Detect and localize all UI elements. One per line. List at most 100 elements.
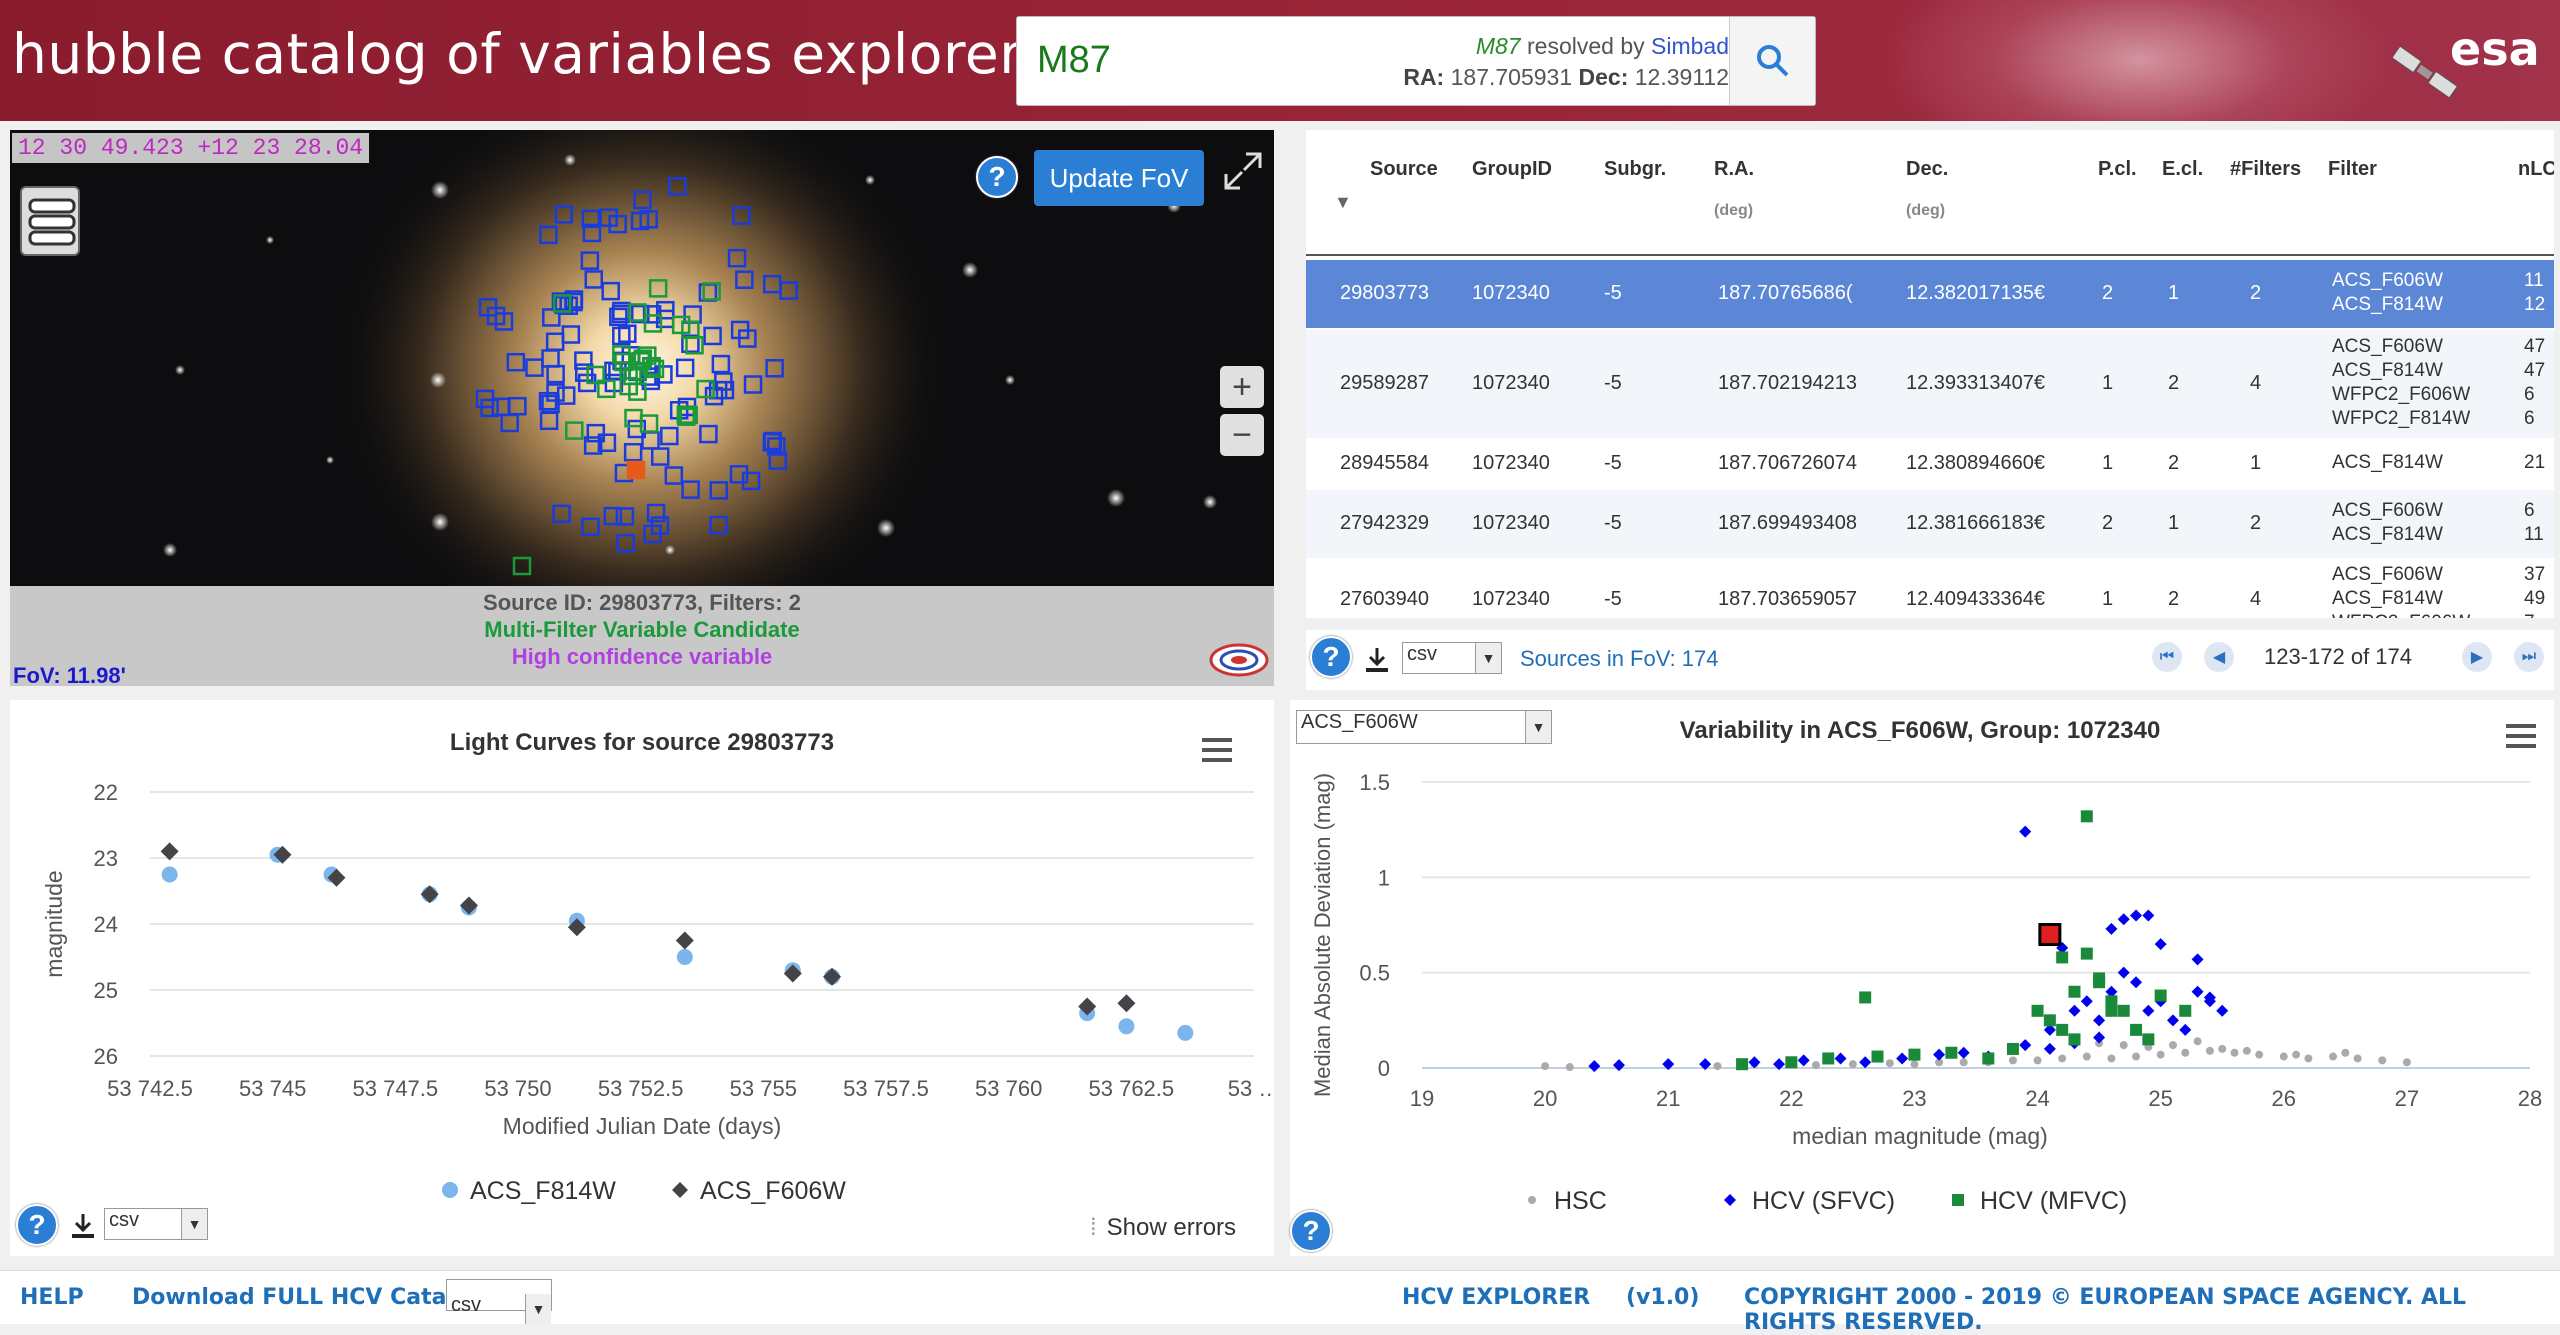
- data-point[interactable]: [2130, 909, 2143, 922]
- simbad-link[interactable]: Simbad: [1651, 33, 1729, 59]
- data-point[interactable]: [420, 885, 439, 904]
- layers-button[interactable]: [20, 186, 80, 256]
- data-point[interactable]: [2216, 1004, 2229, 1017]
- data-point[interactable]: [1785, 1056, 1798, 1069]
- data-point[interactable]: [2341, 1048, 2350, 1057]
- light-curve-chart[interactable]: Light Curves for source 29803773 22 23 24 25…: [10, 700, 1280, 1256]
- legend-marker[interactable]: [442, 1182, 458, 1198]
- data-point[interactable]: [2056, 951, 2069, 964]
- data-point[interactable]: [1910, 1060, 1919, 1069]
- sky-help-button[interactable]: ?: [976, 156, 1018, 198]
- data-point[interactable]: [1848, 1060, 1857, 1069]
- data-point[interactable]: [2378, 1056, 2387, 1065]
- col-source[interactable]: Source: [1370, 158, 1438, 181]
- data-point[interactable]: [2279, 1052, 2288, 1061]
- data-point[interactable]: [161, 866, 178, 883]
- data-point[interactable]: [2242, 1046, 2251, 1055]
- explorer-link[interactable]: HCV EXPLORER: [1402, 1285, 1590, 1310]
- data-point[interactable]: [2080, 947, 2093, 960]
- data-point[interactable]: [1834, 1052, 1847, 1065]
- data-point[interactable]: [2181, 1048, 2190, 1057]
- data-point[interactable]: [2105, 1004, 2118, 1017]
- legend-label[interactable]: HSC: [1554, 1187, 1607, 1215]
- data-point[interactable]: [2117, 913, 2130, 926]
- legend-marker[interactable]: [1724, 1194, 1736, 1206]
- data-point[interactable]: [2043, 1014, 2056, 1027]
- legend-marker[interactable]: [1528, 1196, 1536, 1204]
- data-point[interactable]: [676, 949, 693, 965]
- data-point[interactable]: [2142, 1033, 2155, 1046]
- data-point[interactable]: [2093, 1014, 2106, 1027]
- data-point[interactable]: [2304, 1054, 2313, 1063]
- fullscreen-button[interactable]: [1222, 150, 1264, 192]
- data-point[interactable]: [1811, 1061, 1820, 1070]
- target-search[interactable]: M87 M87 resolved by Simbad RA: 187.70593…: [1016, 16, 1816, 106]
- data-point[interactable]: [2154, 938, 2167, 951]
- prev-page-icon[interactable]: ◀: [2204, 642, 2234, 672]
- data-point[interactable]: [2179, 1004, 2192, 1017]
- selected-source-point[interactable]: [2038, 923, 2062, 947]
- legend-label[interactable]: HCV (SFVC): [1752, 1187, 1895, 1215]
- data-point[interactable]: [1736, 1058, 1749, 1071]
- data-point[interactable]: [2019, 1039, 2032, 1052]
- data-point[interactable]: [2082, 1052, 2091, 1061]
- data-point[interactable]: [2179, 1023, 2192, 1036]
- data-point[interactable]: [2043, 1042, 2056, 1055]
- data-point[interactable]: [2068, 1033, 2081, 1046]
- download-catalog-link[interactable]: Download FULL HCV Catalog: [132, 1285, 485, 1310]
- data-point[interactable]: [2205, 1046, 2214, 1055]
- data-point[interactable]: [1748, 1056, 1761, 1069]
- legend-label[interactable]: HCV (MFVC): [1980, 1187, 2127, 1215]
- data-point[interactable]: [2132, 1052, 2141, 1061]
- search-button[interactable]: [1729, 17, 1815, 105]
- next-page-icon[interactable]: ▶: [2462, 642, 2492, 672]
- data-point[interactable]: [2107, 1054, 2116, 1063]
- col-nfilters[interactable]: #Filters: [2230, 158, 2301, 181]
- data-point[interactable]: [1797, 1054, 1810, 1067]
- col-ra[interactable]: R.A.: [1714, 158, 1754, 181]
- data-point[interactable]: [2058, 1054, 2067, 1063]
- data-point[interactable]: [2119, 1041, 2128, 1050]
- variability-chart[interactable]: Variability in ACS_F606W, Group: 1072340…: [1290, 700, 2554, 1256]
- esasky-logo[interactable]: [1208, 636, 1270, 678]
- table-row[interactable]: 29803773 1072340 -5 187.70765686(12.3820171…: [1306, 260, 2554, 328]
- data-point[interactable]: [2056, 1023, 2069, 1036]
- data-point[interactable]: [2093, 1031, 2106, 1044]
- download-icon[interactable]: [70, 1212, 96, 1240]
- col-dec[interactable]: Dec.: [1906, 158, 1948, 181]
- data-point[interactable]: [2191, 985, 2204, 998]
- legend-label[interactable]: ACS_F814W: [470, 1177, 616, 1205]
- col-nlc[interactable]: nLC: [2518, 158, 2554, 181]
- data-point[interactable]: [2006, 1042, 2019, 1055]
- data-point[interactable]: [1945, 1046, 1958, 1059]
- data-point[interactable]: [1822, 1052, 1835, 1065]
- data-point[interactable]: [1177, 1024, 1194, 1041]
- data-point[interactable]: [2218, 1044, 2227, 1053]
- data-point[interactable]: [1588, 1060, 1601, 1073]
- table-format-select[interactable]: csv ▼: [1402, 642, 1502, 674]
- data-point[interactable]: [823, 967, 842, 986]
- data-point[interactable]: [1713, 1062, 1722, 1071]
- col-groupid[interactable]: GroupID: [1472, 158, 1552, 181]
- data-point[interactable]: [1118, 1018, 1135, 1035]
- col-pcl[interactable]: P.cl.: [2098, 158, 2137, 181]
- data-point[interactable]: [2402, 1058, 2411, 1067]
- var-help-button[interactable]: ?: [1290, 1210, 1332, 1252]
- data-point[interactable]: [2156, 1050, 2165, 1059]
- data-point[interactable]: [2329, 1052, 2338, 1061]
- data-point[interactable]: [2255, 1050, 2264, 1059]
- data-point[interactable]: [2193, 1037, 2202, 1046]
- data-point[interactable]: [2117, 1004, 2130, 1017]
- table-row[interactable]: 29589287 1072340 -5 187.702194213 12.3933134…: [1306, 330, 2554, 438]
- search-input[interactable]: M87: [1037, 39, 1111, 82]
- data-point[interactable]: [1117, 994, 1136, 1013]
- legend-label[interactable]: ACS_F606W: [700, 1177, 846, 1205]
- data-point[interactable]: [2130, 976, 2143, 989]
- show-errors-toggle[interactable]: ⁞ Show errors: [1090, 1214, 1236, 1242]
- data-point[interactable]: [1959, 1058, 1968, 1067]
- col-ecl[interactable]: E.cl.: [2162, 158, 2203, 181]
- lc-format-select[interactable]: csv ▼: [104, 1208, 208, 1240]
- catalog-format-select[interactable]: csv ▼: [446, 1279, 552, 1324]
- data-point[interactable]: [2033, 1056, 2042, 1065]
- data-point[interactable]: [2093, 972, 2106, 985]
